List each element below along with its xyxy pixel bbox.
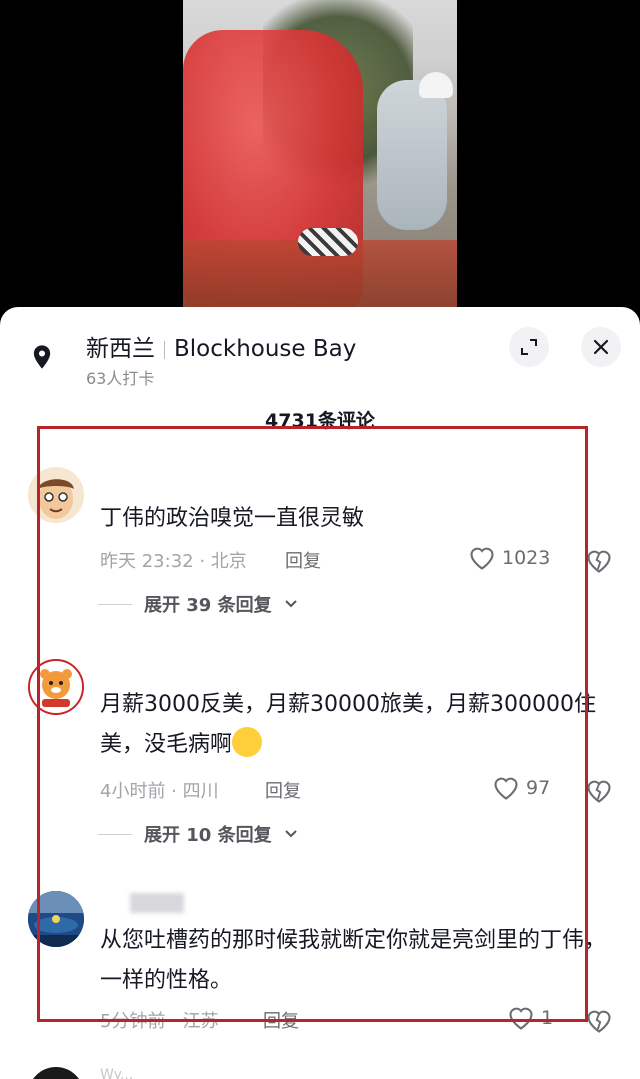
reply-button[interactable]: 回复 [263, 1007, 299, 1033]
comment-username[interactable]: Wy... [100, 1067, 133, 1079]
comment-meta: 昨天 23:32 · 北京 [100, 551, 247, 572]
broken-heart-icon[interactable] [585, 777, 613, 805]
location-header[interactable]: 新西兰 Blockhouse Bay 63人打卡 [0, 307, 640, 407]
comment-sheet: 新西兰 Blockhouse Bay 63人打卡 4731条评论 丁伟的政治嗅觉… [0, 307, 640, 1079]
video-cap-shape [419, 72, 453, 98]
comment-text: 从您吐槽药的那时候我就断定你就是亮剑里的丁伟，一样的性格。 [100, 928, 607, 993]
video-player[interactable] [0, 0, 640, 330]
expand-replies-button[interactable]: 展开 39 条回复 [98, 591, 298, 617]
location-pin-icon [33, 345, 51, 369]
avatar[interactable] [28, 891, 84, 947]
reply-button[interactable]: 回复 [285, 547, 321, 573]
location-place: Blockhouse Bay [174, 336, 357, 362]
divider-line [98, 603, 132, 605]
expand-icon [521, 339, 537, 355]
comment-text-body: 月薪3000反美，月薪30000旅美，月薪300000住美，没毛病啊 [100, 692, 596, 757]
location-title[interactable]: 新西兰 Blockhouse Bay [86, 329, 356, 363]
location-country: 新西兰 [86, 336, 155, 362]
comment-text: 月薪3000反美，月薪30000旅美，月薪300000住美，没毛病啊 [100, 685, 615, 765]
comment-item: 从您吐槽药的那时候我就断定你就是亮剑里的丁伟，一样的性格。 5分钟前 · 江苏 … [0, 891, 640, 1033]
reply-button[interactable]: 回复 [265, 777, 301, 803]
chevron-down-icon [284, 830, 297, 838]
like-count: 1023 [502, 547, 551, 569]
close-icon [593, 339, 609, 355]
heart-icon [509, 1007, 533, 1030]
close-button[interactable] [581, 327, 621, 367]
like-count: 1 [541, 1007, 554, 1029]
broken-heart-icon[interactable] [585, 547, 613, 575]
like-button[interactable]: 1023 [468, 545, 550, 571]
heart-icon [470, 547, 494, 570]
sea-landscape-avatar-icon [28, 891, 84, 947]
divider-line [98, 833, 132, 835]
comment-count: 4731条评论 [265, 410, 375, 432]
comment-meta: 4小时前 · 四川 [100, 781, 219, 802]
avatar[interactable] [28, 1067, 84, 1079]
tiger-avatar-icon [30, 661, 82, 713]
comment-text: 丁伟的政治嗅觉一直很灵敏 [100, 506, 365, 531]
location-separator [164, 340, 165, 359]
video-person-white [377, 80, 447, 230]
avatar[interactable] [28, 659, 84, 715]
video-shoe-shape [298, 228, 358, 256]
like-count: 97 [526, 777, 551, 799]
comment-item: 丁伟的政治嗅觉一直很灵敏 昨天 23:32 · 北京 回复 1023 展开 39… [0, 467, 640, 617]
comment-meta: 5分钟前 · 江苏 [100, 1011, 219, 1032]
avatar[interactable] [28, 467, 84, 523]
expand-replies-label: 展开 39 条回复 [144, 595, 272, 616]
video-frame[interactable] [183, 0, 457, 310]
like-button[interactable]: 97 [492, 775, 550, 801]
heart-icon [494, 777, 518, 800]
expand-replies-label: 展开 10 条回复 [144, 825, 272, 846]
cartoon-face-avatar-icon [28, 467, 84, 523]
broken-heart-icon[interactable] [585, 1007, 613, 1035]
like-button[interactable]: 1 [507, 1005, 553, 1031]
comment-item: Wy... [0, 1065, 640, 1079]
crying-laugh-emoji-icon [232, 727, 263, 757]
location-checkins: 63人打卡 [86, 369, 155, 388]
expand-button[interactable] [509, 327, 549, 367]
blurred-username [130, 893, 184, 913]
expand-replies-button[interactable]: 展开 10 条回复 [98, 821, 298, 847]
comment-item: 月薪3000反美，月薪30000旅美，月薪300000住美，没毛病啊 4小时前 … [0, 653, 640, 853]
chevron-down-icon [284, 600, 297, 608]
